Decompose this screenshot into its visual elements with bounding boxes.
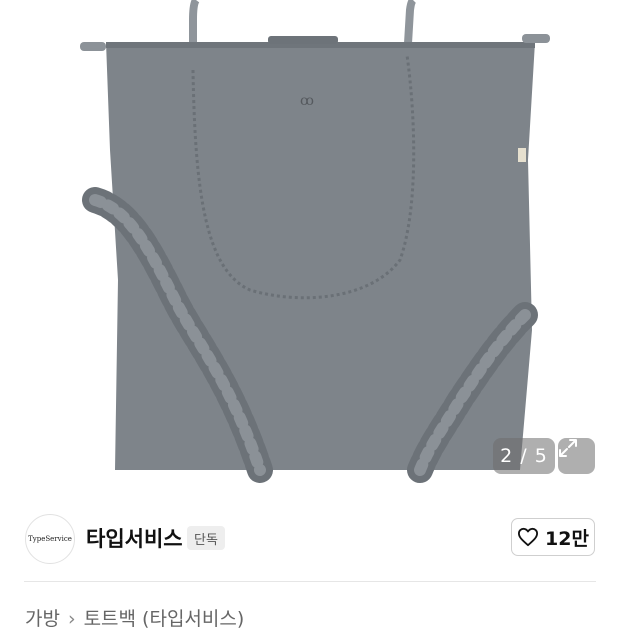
like-button[interactable]: 12만: [511, 518, 595, 556]
exclusive-badge: 단독: [187, 526, 225, 550]
heart-icon: [518, 527, 539, 547]
image-counter-text: 2 / 5: [500, 445, 548, 467]
breadcrumb-item-subcategory[interactable]: 토트백 (타입서비스): [84, 608, 245, 630]
expand-icon: [559, 439, 577, 457]
brand-logo[interactable]: TypeService: [25, 514, 75, 564]
breadcrumb: 가방 › 토트백 (타입서비스): [25, 604, 244, 631]
chevron-right-icon: ›: [67, 608, 76, 630]
product-image-gallery[interactable]: ꝏ 2 / 5: [0, 0, 620, 494]
divider: [24, 581, 596, 582]
brand-name[interactable]: 타입서비스: [86, 523, 183, 553]
image-counter: 2 / 5: [493, 438, 555, 474]
like-count: 12만: [545, 527, 589, 550]
svg-text:ꝏ: ꝏ: [300, 93, 314, 109]
breadcrumb-item-category[interactable]: 가방: [25, 608, 60, 630]
product-image-tote-bag: ꝏ: [80, 0, 550, 483]
expand-image-button[interactable]: [558, 438, 595, 474]
brand-logo-text: TypeService: [28, 535, 72, 543]
